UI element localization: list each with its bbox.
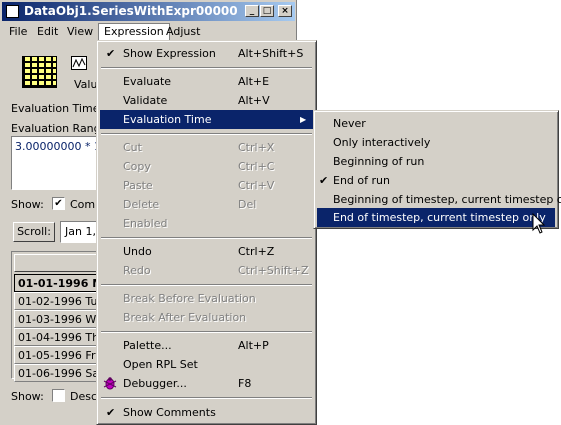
menu-item-validate[interactable]: Validate Alt+V (100, 91, 313, 110)
maximize-button[interactable]: □ (260, 5, 274, 17)
table-header[interactable] (14, 254, 100, 272)
show-label: Show: (11, 198, 44, 211)
menu-item-enabled[interactable]: Enabled (100, 214, 313, 233)
menu-view[interactable]: View (62, 24, 98, 40)
menu-separator (101, 237, 312, 239)
evaluation-time-label: Evaluation Time: (11, 102, 104, 115)
checkmark-icon: ✔ (106, 47, 116, 60)
plot-icon[interactable] (71, 56, 87, 70)
scroll-date-field[interactable]: Jan 1, (60, 221, 100, 243)
minimize-button[interactable]: _ (245, 5, 259, 17)
submenu-item-end-of-timestep[interactable]: End of timestep, current timestep only (317, 208, 555, 227)
description-checkbox[interactable] (52, 389, 65, 402)
menu-bar: File Edit View Expression Adjust (2, 22, 295, 41)
menu-item-redo[interactable]: Redo Ctrl+Shift+Z (100, 261, 313, 280)
table-row[interactable]: 01-04-1996 Thu (14, 328, 100, 346)
submenu-item-beginning-of-run[interactable]: Beginning of run (317, 152, 555, 171)
close-button[interactable]: × (278, 5, 292, 17)
table-row[interactable]: 01-01-1996 M (14, 274, 100, 292)
menu-separator (101, 331, 312, 333)
menu-item-debugger[interactable]: Debugger... F8 (100, 374, 313, 393)
title-bar[interactable]: DataObj1.SeriesWithExpr00000 _ □ × (2, 2, 295, 21)
description-label: Desc (70, 390, 98, 403)
menu-item-show-expression[interactable]: ✔ Show Expression Alt+Shift+S (100, 44, 313, 63)
menu-item-break-before[interactable]: Break Before Evaluation (100, 289, 313, 308)
menu-item-paste[interactable]: Paste Ctrl+V (100, 176, 313, 195)
menu-edit[interactable]: Edit (32, 24, 63, 40)
menu-separator (101, 284, 312, 286)
checkmark-icon: ✔ (106, 406, 116, 419)
menu-item-delete[interactable]: Delete Del (100, 195, 313, 214)
menu-item-evaluation-time[interactable]: Evaluation Time ▶ (100, 110, 313, 129)
scroll-button[interactable]: Scroll: (13, 222, 55, 242)
expression-menu: ✔ Show Expression Alt+Shift+S Evaluate A… (96, 40, 317, 425)
menu-item-copy[interactable]: Copy Ctrl+C (100, 157, 313, 176)
submenu-arrow-icon: ▶ (300, 115, 307, 124)
comments-checkbox[interactable]: ✔ (52, 197, 65, 210)
app-icon (6, 5, 19, 18)
submenu-item-end-of-run[interactable]: ✔ End of run (317, 171, 555, 190)
window-title: DataObj1.SeriesWithExpr00000 (24, 4, 238, 18)
menu-adjust[interactable]: Adjust (161, 24, 205, 40)
checkmark-icon: ✔ (319, 174, 329, 187)
evaluation-time-submenu: Never Only interactively Beginning of ru… (313, 110, 561, 229)
menu-separator (101, 133, 312, 135)
table-row[interactable]: 01-03-1996 Wed (14, 310, 100, 328)
menu-item-open-rpl-set[interactable]: Open RPL Set (100, 355, 313, 374)
expression-text: 3.00000000 * 10 (15, 140, 108, 153)
table-row[interactable]: 01-05-1996 Fri (14, 346, 100, 364)
menu-separator (101, 67, 312, 69)
submenu-item-beginning-of-timestep[interactable]: Beginning of timestep, current timestep … (317, 190, 561, 209)
evaluation-range-label: Evaluation Range (11, 122, 108, 135)
menu-item-palette[interactable]: Palette... Alt+P (100, 336, 313, 355)
plot-glyph-icon (72, 57, 86, 68)
table-row[interactable]: 01-02-1996 Tue (14, 292, 100, 310)
menu-item-break-after[interactable]: Break After Evaluation (100, 308, 313, 327)
menu-item-undo[interactable]: Undo Ctrl+Z (100, 242, 313, 261)
menu-separator (101, 397, 312, 399)
menu-expression[interactable]: Expression (98, 23, 170, 40)
submenu-item-only-interactively[interactable]: Only interactively (317, 133, 555, 152)
bug-icon (103, 377, 117, 396)
menu-item-cut[interactable]: Cut Ctrl+X (100, 138, 313, 157)
table-view-icon[interactable] (22, 56, 57, 88)
table-row[interactable]: 01-06-1996 Sat (14, 364, 100, 382)
show-label-2: Show: (11, 390, 44, 403)
submenu-item-never[interactable]: Never (317, 114, 555, 133)
menu-item-evaluate[interactable]: Evaluate Alt+E (100, 72, 313, 91)
mouse-cursor-icon (532, 212, 546, 238)
menu-file[interactable]: File (4, 24, 32, 40)
menu-item-show-comments[interactable]: ✔ Show Comments (100, 403, 313, 422)
expression-editor[interactable]: 3.00000000 * 10 (11, 136, 108, 190)
